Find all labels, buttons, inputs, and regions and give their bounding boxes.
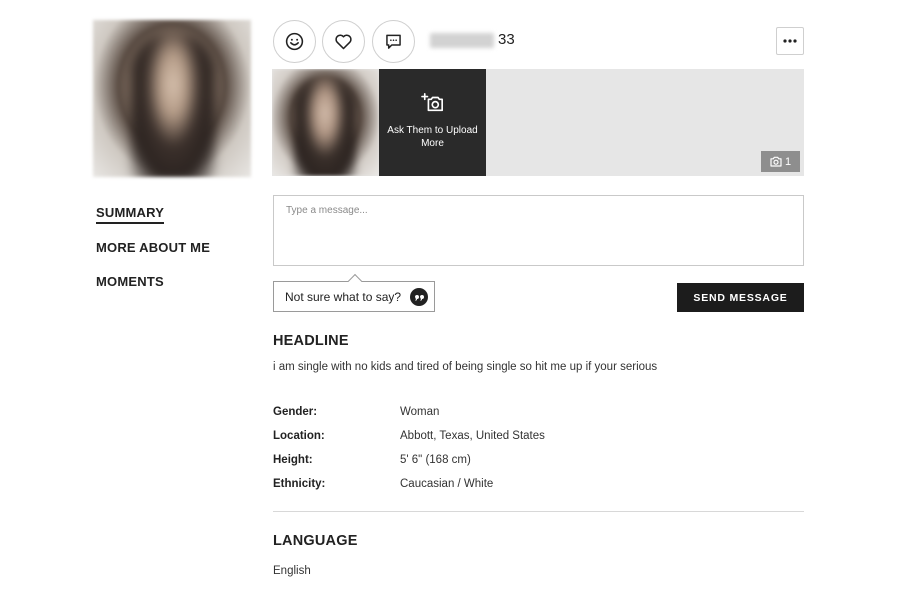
detail-value: Caucasian / White [400,478,494,490]
message-suggestion-button[interactable]: Not sure what to say? [273,273,435,312]
message-input[interactable] [273,195,804,266]
detail-value: Abbott, Texas, United States [400,430,545,442]
like-button[interactable] [322,20,365,63]
wink-button[interactable] [273,20,316,63]
detail-row-height: Height: 5' 6" (168 cm) [273,448,545,472]
language-heading: LANGUAGE [273,533,358,549]
profile-section-nav: SUMMARY MORE ABOUT ME MOMENTS [96,204,210,308]
more-options-button[interactable] [776,27,804,55]
add-photo-icon [420,92,443,111]
detail-row-gender: Gender: Woman [273,400,545,424]
photo-strip: Ask Them to Upload More 1 [272,69,804,176]
detail-value: Woman [400,406,440,418]
section-divider [273,511,804,512]
profile-age: 33 [498,31,515,48]
heart-icon [335,34,352,50]
ellipsis-icon [783,39,797,43]
send-message-button[interactable]: SEND MESSAGE [677,283,804,312]
photo-count-value: 1 [784,155,792,168]
detail-label: Ethnicity: [273,478,326,490]
detail-row-ethnicity: Ethnicity: Caucasian / White [273,472,545,496]
detail-label: Gender: [273,406,318,418]
chat-bubble-icon [386,34,401,49]
detail-label: Location: [273,430,325,442]
tooltip-notch [347,273,363,289]
upload-cta-label: Ask Them to Upload More [387,124,478,149]
suggestion-label: Not sure what to say? [285,289,402,304]
photo-count-badge[interactable]: 1 [761,151,800,172]
quote-icon [410,287,429,306]
detail-label: Height: [273,454,313,466]
headline-heading: HEADLINE [273,333,349,349]
profile-details: Gender: Woman Location: Abbott, Texas, U… [273,400,545,496]
message-button[interactable] [372,20,415,63]
headline-text: i am single with no kids and tired of be… [273,361,658,373]
detail-row-location: Location: Abbott, Texas, United States [273,424,545,448]
language-value: English [273,565,311,577]
nav-item-moments[interactable]: MOMENTS [96,274,210,290]
smiley-face-icon [285,32,304,51]
camera-icon [770,156,782,167]
nav-item-summary[interactable]: SUMMARY [96,205,165,224]
photo-thumbnail[interactable] [272,69,379,176]
nav-item-more-about-me[interactable]: MORE ABOUT ME [96,240,210,256]
detail-value: 5' 6" (168 cm) [400,454,471,466]
username-redacted [430,33,494,48]
ask-to-upload-button[interactable]: Ask Them to Upload More [379,69,486,176]
profile-photo[interactable] [93,20,251,177]
